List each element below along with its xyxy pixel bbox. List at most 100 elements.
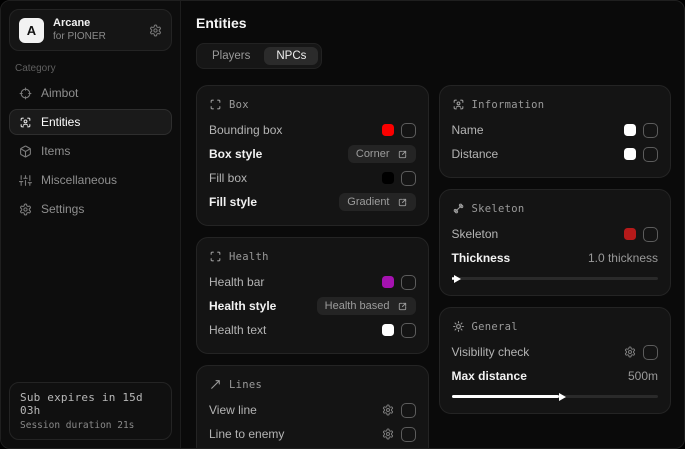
color-swatch[interactable] bbox=[624, 228, 636, 240]
card-title: Skeleton bbox=[472, 203, 525, 215]
sidebar-item-label: Settings bbox=[41, 202, 84, 216]
card-general: General Visibility check Max distance bbox=[439, 307, 672, 414]
checkbox[interactable] bbox=[401, 427, 416, 442]
scan-corners-icon bbox=[209, 98, 222, 111]
user-scan-icon bbox=[452, 98, 465, 111]
row-label: Name bbox=[452, 123, 484, 137]
checkbox[interactable] bbox=[643, 123, 658, 138]
checkbox[interactable] bbox=[401, 171, 416, 186]
tab-players[interactable]: Players bbox=[200, 47, 262, 65]
card-information: Information Name Distance bbox=[439, 85, 672, 178]
gear-icon bbox=[19, 203, 32, 216]
row-label: Fill box bbox=[209, 171, 247, 185]
expand-icon bbox=[397, 197, 408, 208]
sliders-icon bbox=[19, 174, 32, 187]
user-scan-icon bbox=[19, 116, 32, 129]
gear-icon[interactable] bbox=[382, 428, 394, 440]
brand-text: Arcane for PIONER bbox=[53, 17, 140, 43]
row-health-style: Health style Health based bbox=[209, 294, 416, 318]
row-label: Box style bbox=[209, 147, 262, 161]
thickness-slider[interactable] bbox=[452, 277, 659, 280]
card-lines-header: Lines bbox=[209, 378, 416, 391]
dropdown-value: Gradient bbox=[347, 196, 389, 208]
sidebar: A Arcane for PIONER Category Aimbot bbox=[1, 1, 181, 448]
card-health: Health Health bar Health style Health ba… bbox=[196, 237, 429, 354]
row-label: Health style bbox=[209, 299, 276, 313]
sidebar-item-label: Items bbox=[41, 144, 70, 158]
row-fill-box: Fill box bbox=[209, 166, 416, 190]
card-box-header: Box bbox=[209, 98, 416, 111]
row-label: Distance bbox=[452, 147, 499, 161]
sun-icon bbox=[452, 320, 465, 333]
row-fill-style: Fill style Gradient bbox=[209, 190, 416, 214]
row-label: Bounding box bbox=[209, 123, 282, 137]
brand-card: A Arcane for PIONER bbox=[9, 9, 172, 51]
color-swatch[interactable] bbox=[624, 148, 636, 160]
checkbox[interactable] bbox=[401, 323, 416, 338]
dropdown-value: Corner bbox=[356, 148, 390, 160]
card-skeleton-header: Skeleton bbox=[452, 202, 659, 215]
card-lines: Lines View line Line to enemy bbox=[196, 365, 429, 448]
brand-logo: A bbox=[19, 18, 44, 43]
sidebar-nav: Aimbot Entities Items Miscellaneous bbox=[1, 80, 180, 222]
card-skeleton: Skeleton Skeleton Thickness 1.0 thicknes… bbox=[439, 189, 672, 296]
sidebar-item-entities[interactable]: Entities bbox=[9, 109, 172, 135]
color-swatch[interactable] bbox=[382, 172, 394, 184]
row-box-style: Box style Corner bbox=[209, 142, 416, 166]
max-distance-value: 500m bbox=[628, 369, 658, 383]
cube-icon bbox=[19, 145, 32, 158]
checkbox[interactable] bbox=[401, 275, 416, 290]
sub-expiry-text: Sub expires in 15d 03h bbox=[20, 391, 161, 417]
slider-handle[interactable] bbox=[454, 275, 461, 283]
row-health-text: Health text bbox=[209, 318, 416, 342]
box-style-dropdown[interactable]: Corner bbox=[348, 145, 416, 163]
row-label: Visibility check bbox=[452, 345, 530, 359]
card-box: Box Bounding box Box style Corner bbox=[196, 85, 429, 226]
gear-icon[interactable] bbox=[149, 24, 162, 37]
row-view-line: View line bbox=[209, 398, 416, 422]
checkbox[interactable] bbox=[643, 345, 658, 360]
gear-icon[interactable] bbox=[624, 346, 636, 358]
card-health-header: Health bbox=[209, 250, 416, 263]
checkbox[interactable] bbox=[643, 147, 658, 162]
color-swatch[interactable] bbox=[382, 124, 394, 136]
row-max-distance: Max distance 500m bbox=[452, 364, 659, 388]
row-health-bar: Health bar bbox=[209, 270, 416, 294]
row-label: Health bar bbox=[209, 275, 264, 289]
gear-icon[interactable] bbox=[382, 404, 394, 416]
sidebar-item-label: Entities bbox=[41, 115, 80, 129]
color-swatch[interactable] bbox=[382, 276, 394, 288]
right-column: Information Name Distance bbox=[439, 85, 672, 414]
color-swatch[interactable] bbox=[382, 324, 394, 336]
page-title: Entities bbox=[196, 15, 671, 31]
sidebar-item-label: Aimbot bbox=[41, 86, 78, 100]
max-distance-slider[interactable] bbox=[452, 395, 659, 398]
sidebar-item-aimbot[interactable]: Aimbot bbox=[9, 80, 172, 106]
checkbox[interactable] bbox=[643, 227, 658, 242]
card-title: Box bbox=[229, 99, 249, 111]
slider-fill bbox=[452, 277, 454, 280]
row-bounding-box: Bounding box bbox=[209, 118, 416, 142]
card-title: Information bbox=[472, 99, 545, 111]
checkbox[interactable] bbox=[401, 123, 416, 138]
scan-corners-icon bbox=[209, 250, 222, 263]
sidebar-item-miscellaneous[interactable]: Miscellaneous bbox=[9, 167, 172, 193]
main-panel: Entities Players NPCs Box Bounding box bbox=[181, 1, 684, 448]
fill-style-dropdown[interactable]: Gradient bbox=[339, 193, 415, 211]
tab-npcs[interactable]: NPCs bbox=[264, 47, 318, 65]
dropdown-value: Health based bbox=[325, 300, 390, 312]
left-column: Box Bounding box Box style Corner bbox=[196, 85, 429, 448]
sidebar-item-settings[interactable]: Settings bbox=[9, 196, 172, 222]
card-title: Health bbox=[229, 251, 269, 263]
subscription-info: Sub expires in 15d 03h Session duration … bbox=[9, 382, 172, 440]
entity-tabs: Players NPCs bbox=[196, 43, 322, 69]
health-style-dropdown[interactable]: Health based bbox=[317, 297, 416, 315]
sidebar-item-items[interactable]: Items bbox=[9, 138, 172, 164]
color-swatch[interactable] bbox=[624, 124, 636, 136]
slider-handle[interactable] bbox=[559, 393, 566, 401]
row-visibility-check: Visibility check bbox=[452, 340, 659, 364]
row-label: Skeleton bbox=[452, 227, 499, 241]
row-distance: Distance bbox=[452, 142, 659, 166]
row-label: View line bbox=[209, 403, 257, 417]
checkbox[interactable] bbox=[401, 403, 416, 418]
